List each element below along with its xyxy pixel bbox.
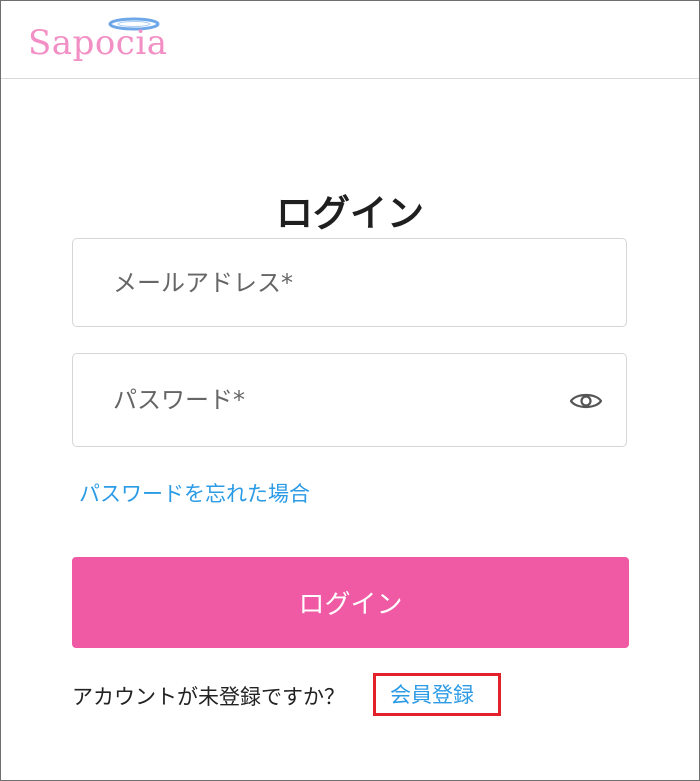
brand-logo[interactable]: Sapocia [27,13,177,65]
signup-link[interactable]: 会員登録 [390,679,474,711]
email-field[interactable] [72,238,627,327]
login-page: Sapocia ログイン パスワードを忘れた場合 ログイン アカウントが未登録で… [0,0,700,781]
signup-prompt: アカウントが未登録ですか？ [72,685,345,709]
password-field[interactable] [72,353,627,447]
page-title: ログイン [276,191,424,235]
password-input[interactable] [73,354,626,446]
logo-text: Sapocia [28,23,167,63]
login-button[interactable]: ログイン [72,557,629,648]
email-input[interactable] [73,239,626,326]
password-visibility-toggle[interactable] [568,384,604,418]
signup-highlight-box: 会員登録 [373,673,501,716]
eye-icon [569,393,603,409]
page-header: Sapocia [1,1,699,79]
forgot-password-link[interactable]: パスワードを忘れた場合 [79,479,310,509]
sapocia-logo: Sapocia [28,17,167,63]
signup-row: アカウントが未登録ですか？ 会員登録 [72,673,632,716]
